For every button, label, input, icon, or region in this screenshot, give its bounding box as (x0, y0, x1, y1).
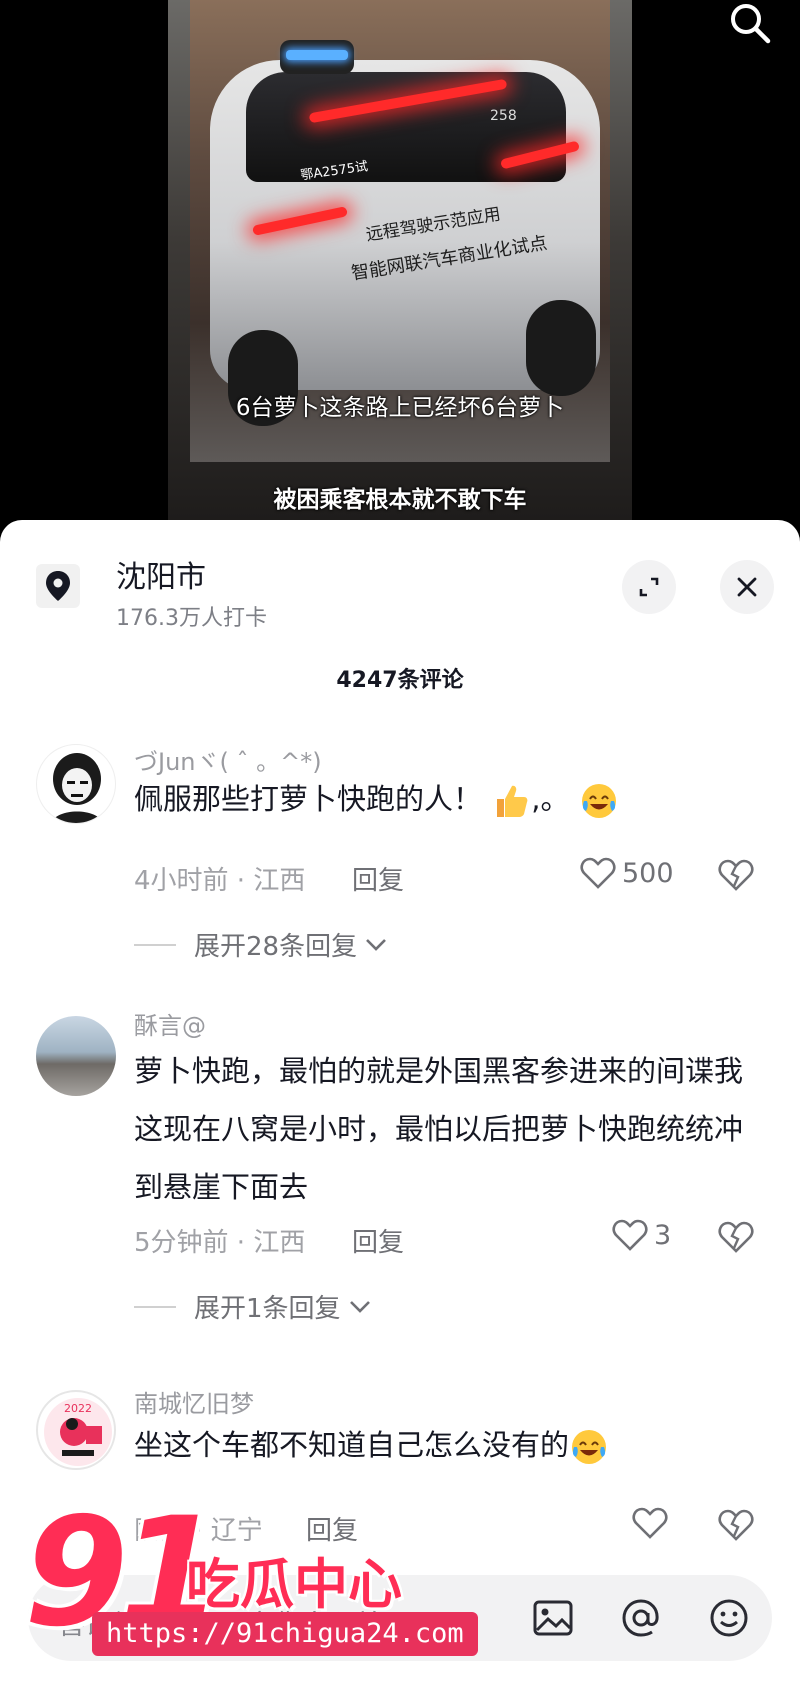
like-count: 500 (622, 857, 674, 889)
location-icon[interactable] (36, 564, 80, 608)
emoji-button[interactable] (704, 1593, 754, 1643)
watermark-url: https://91chigua24.com (92, 1612, 478, 1656)
comment-count: 4247条评论 (336, 668, 464, 693)
car-wheel-right (526, 300, 596, 396)
comment-item: 酥言@ 萝卜快跑，最怕的就是外国黑客参进来的间谍我这现在八窝是小时，最怕以后把萝… (0, 1006, 800, 1336)
dislike-button[interactable] (718, 858, 754, 896)
comment-text: 坐这个车都不知道自己怎么没有的 (134, 1416, 754, 1474)
location-checkin-count: 176.3万人打卡 (116, 606, 267, 631)
expand-icon (639, 577, 659, 597)
username[interactable]: 酥言@ (134, 1006, 206, 1041)
chevron-down-icon (366, 938, 387, 951)
video-subtitle: 6台萝卜这条路上已经坏6台萝卜 (235, 395, 565, 421)
expand-replies[interactable]: 展开1条回复 (134, 1288, 371, 1325)
avatar[interactable]: 2022 (36, 1390, 116, 1470)
laughing-crying-emoji (572, 1430, 607, 1464)
video-caption: 被困乘客根本就不敢下车 (273, 487, 527, 513)
broken-heart-icon (718, 1509, 754, 1541)
dislike-button[interactable] (718, 1508, 754, 1546)
like-count: 3 (654, 1219, 672, 1251)
comment-meta: 5分钟前 · 江西 (134, 1228, 306, 1258)
close-icon (737, 577, 757, 597)
video-player[interactable]: 鄂A2575试 258 远程驾驶示范应用 智能网联汽车商业化试点 6台萝卜这条路… (0, 0, 800, 540)
search-icon (731, 4, 771, 44)
search-button[interactable] (722, 0, 778, 46)
reply-button[interactable]: 回复 (352, 860, 404, 897)
avatar-year: 2022 (64, 1402, 92, 1415)
video-frame: 鄂A2575试 258 远程驾驶示范应用 智能网联汽车商业化试点 6台萝卜这条路… (168, 0, 632, 530)
close-button[interactable] (720, 560, 774, 614)
image-icon (533, 1600, 573, 1636)
thumbs-up-emoji (497, 785, 528, 817)
comment-text: 萝卜快跑，最怕的就是外国黑客参进来的间谍我这现在八窝是小时，最怕以后把萝卜快跑统… (134, 1054, 744, 1204)
lidar-sensor (280, 40, 354, 74)
avatar[interactable] (36, 1016, 116, 1096)
reply-button[interactable]: 回复 (352, 1222, 404, 1259)
at-icon (622, 1599, 659, 1637)
username[interactable]: 南城忆旧梦 (134, 1384, 254, 1419)
comment-meta: 4小时前 · 江西 (134, 866, 306, 896)
like-button[interactable]: 500 (580, 856, 674, 890)
comment-item: づJunヾ( ˆ 。^*) 佩服那些打萝卜快跑的人！ ,。 4小时前 · 江西 … (0, 742, 800, 982)
laughing-crying-emoji (581, 784, 616, 818)
avatar[interactable] (36, 744, 116, 824)
like-button[interactable]: 3 (612, 1218, 671, 1252)
broken-heart-icon (718, 859, 754, 891)
expand-button[interactable] (622, 560, 676, 614)
mention-button[interactable] (616, 1593, 666, 1643)
heart-icon (612, 1219, 648, 1251)
expand-replies[interactable]: 展开28条回复 (134, 926, 387, 963)
smiley-icon (710, 1599, 748, 1637)
dislike-button[interactable] (718, 1220, 754, 1258)
like-button[interactable] (632, 1506, 674, 1540)
car-number: 258 (490, 108, 517, 124)
location-title[interactable]: 沈阳市 (116, 552, 206, 596)
heart-icon (632, 1507, 668, 1539)
chevron-down-icon (349, 1300, 370, 1313)
image-button[interactable] (528, 1593, 578, 1643)
broken-heart-icon (718, 1221, 754, 1253)
comment-text: 佩服那些打萝卜快跑的人！ ,。 (134, 770, 754, 828)
watermark-title: 吃瓜中心 (186, 1553, 402, 1616)
heart-icon (580, 857, 616, 889)
